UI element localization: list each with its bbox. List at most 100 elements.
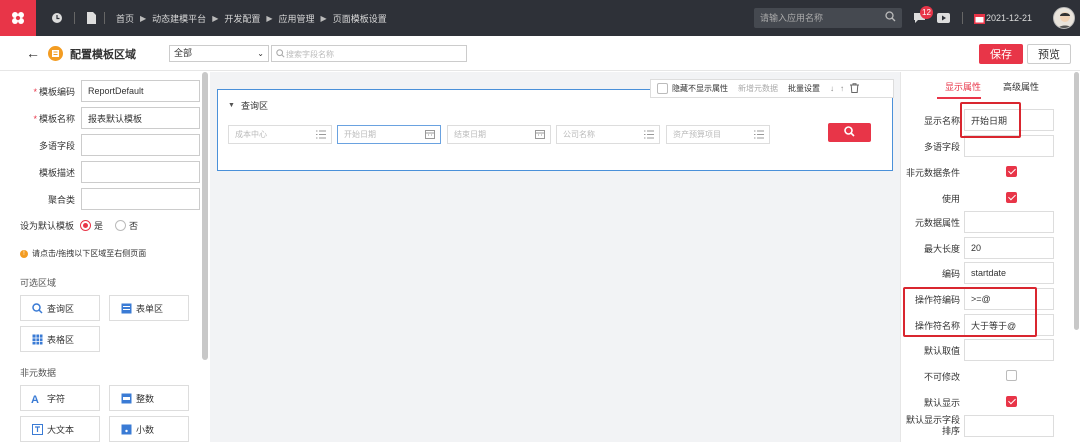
highlight-box-operator — [903, 287, 1037, 337]
aggregate-class-input[interactable] — [81, 188, 200, 210]
display-order-input[interactable] — [964, 415, 1054, 437]
query-field-asset-budget[interactable]: 资产预算项目 — [666, 125, 770, 144]
radio-yes[interactable] — [80, 219, 92, 231]
prop-row-metadata-attr: 元数据属性 — [900, 211, 1080, 233]
nonmeta-condition-checkbox[interactable] — [1006, 166, 1017, 177]
breadcrumb-item[interactable]: 动态建模平台 — [152, 12, 206, 25]
textarea-icon — [31, 423, 43, 435]
prop-label: 最大长度 — [923, 244, 960, 254]
scope-select[interactable]: 全部 ⌄ — [169, 45, 269, 62]
list-icon — [644, 129, 654, 139]
page-header: ← 配置模板区域 全部 ⌄ 保存 预览 — [0, 36, 1080, 71]
query-area-panel[interactable]: ▼ 查询区 成本中心 开始日期 结束日期 公司名称 资产预算项目 — [217, 89, 893, 171]
trash-icon[interactable] — [850, 82, 859, 95]
required-mark: * — [33, 114, 37, 124]
breadcrumb-item[interactable]: 页面模板设置 — [333, 12, 387, 25]
readonly-checkbox[interactable] — [1006, 370, 1017, 381]
required-mark: * — [33, 87, 37, 97]
prop-row-readonly: 不可修改 — [900, 365, 1080, 387]
current-date: 2021-12-21 — [986, 13, 1033, 23]
field-label: 模板描述 — [38, 168, 75, 178]
nonmeta-section-title: 非元数据 — [20, 368, 57, 378]
chevron-right-icon: ▶ — [212, 13, 219, 23]
prop-label: 使用 — [941, 194, 960, 204]
highlight-box-display-name — [960, 102, 1021, 138]
query-field-start-date[interactable]: 开始日期 — [337, 125, 441, 144]
prop-label: 多语字段 — [923, 142, 960, 152]
calendar-icon — [972, 11, 986, 25]
divider — [74, 12, 75, 24]
field-search-box — [271, 45, 467, 62]
max-length-input[interactable] — [964, 237, 1054, 259]
divider — [962, 12, 963, 24]
field-label: 聚合类 — [47, 195, 75, 205]
template-code-input[interactable] — [81, 80, 200, 102]
breadcrumb-item[interactable]: 开发配置 — [224, 12, 260, 25]
add-metadata-button[interactable]: 新增元数据 — [738, 83, 778, 94]
app-search-input[interactable] — [760, 11, 880, 25]
nonmeta-big-text[interactable]: 大文本 — [20, 416, 100, 442]
prop-row-default-display: 默认显示 — [900, 391, 1080, 413]
search-icon — [31, 302, 43, 314]
back-arrow-icon[interactable]: ← — [26, 45, 40, 61]
prop-label: 默认显示 — [923, 398, 960, 408]
chevron-down-icon: ⌄ — [257, 49, 264, 58]
prop-label: 默认取值 — [923, 346, 960, 356]
query-field-company-name[interactable]: 公司名称 — [556, 125, 660, 144]
scope-select-value: 全部 — [174, 48, 193, 58]
field-search-input[interactable] — [286, 48, 456, 60]
document-icon[interactable] — [84, 11, 98, 25]
collapse-triangle-icon[interactable]: ▼ — [228, 102, 235, 109]
chevron-right-icon: ▶ — [320, 13, 327, 23]
search-icon[interactable] — [885, 11, 896, 25]
tab-display-props[interactable]: 显示属性 — [945, 80, 981, 93]
app-search-box — [754, 8, 902, 28]
nonmeta-string[interactable]: A 字符 — [20, 385, 100, 411]
prop-row-display-order: 默认显示字段排序 — [900, 415, 1080, 437]
app-logo-icon[interactable] — [0, 0, 36, 36]
code-input[interactable] — [964, 262, 1054, 284]
prop-row-code: 编码 — [900, 262, 1080, 284]
query-search-button[interactable] — [828, 123, 871, 142]
multilang-input[interactable] — [964, 135, 1054, 157]
query-field-cost-center[interactable]: 成本中心 — [228, 125, 332, 144]
areas-section-title: 可选区域 — [20, 278, 57, 288]
area-query[interactable]: 查询区 — [20, 295, 100, 321]
area-form[interactable]: 表单区 — [109, 295, 189, 321]
breadcrumb-item[interactable]: 首页 — [116, 12, 134, 25]
default-display-checkbox[interactable] — [1006, 396, 1017, 407]
form-icon — [120, 302, 132, 314]
area-table[interactable]: 表格区 — [20, 326, 100, 352]
multilang-field-input[interactable] — [81, 134, 200, 156]
hide-props-checkbox[interactable] — [657, 83, 668, 94]
prop-row-default-value: 默认取值 — [900, 339, 1080, 361]
field-label: * 模板名称 — [33, 114, 75, 124]
radio-no[interactable] — [115, 219, 127, 231]
video-icon[interactable] — [936, 11, 950, 25]
tab-advanced-props[interactable]: 高级属性 — [1003, 80, 1039, 93]
nonmeta-integer[interactable]: 整数 — [109, 385, 189, 411]
use-checkbox[interactable] — [1006, 192, 1017, 203]
left-scrollbar[interactable] — [202, 72, 208, 360]
arrow-up-icon[interactable]: ↑ — [840, 84, 844, 93]
template-description-input[interactable] — [81, 161, 200, 183]
default-value-input[interactable] — [964, 339, 1054, 361]
query-field-end-date[interactable]: 结束日期 — [447, 125, 551, 144]
template-name-input[interactable] — [81, 107, 200, 129]
metadata-attr-input[interactable] — [964, 211, 1054, 233]
batch-settings-button[interactable]: 批量设置 — [788, 83, 820, 94]
arrow-down-icon[interactable]: ↓ — [830, 84, 834, 93]
nonmeta-decimal[interactable]: 小数 — [109, 416, 189, 442]
radio-no-label: 否 — [129, 220, 139, 231]
query-area-header[interactable]: ▼ 查询区 — [228, 99, 268, 112]
form-row-aggregate: 聚合类 — [0, 188, 205, 210]
breadcrumb: 首页 ▶ 动态建模平台 ▶ 开发配置 ▶ 应用管理 ▶ 页面模板设置 — [116, 0, 387, 36]
breadcrumb-item[interactable]: 应用管理 — [279, 12, 315, 25]
user-avatar[interactable] — [1053, 7, 1075, 29]
top-bar: 首页 ▶ 动态建模平台 ▶ 开发配置 ▶ 应用管理 ▶ 页面模板设置 12 2021-1… — [0, 0, 1080, 36]
default-template-row: 设为默认模板 是 否 — [20, 218, 138, 232]
list-icon — [316, 129, 326, 139]
save-button[interactable]: 保存 — [979, 44, 1023, 64]
clock-icon[interactable] — [50, 11, 64, 25]
preview-button[interactable]: 预览 — [1027, 44, 1071, 64]
